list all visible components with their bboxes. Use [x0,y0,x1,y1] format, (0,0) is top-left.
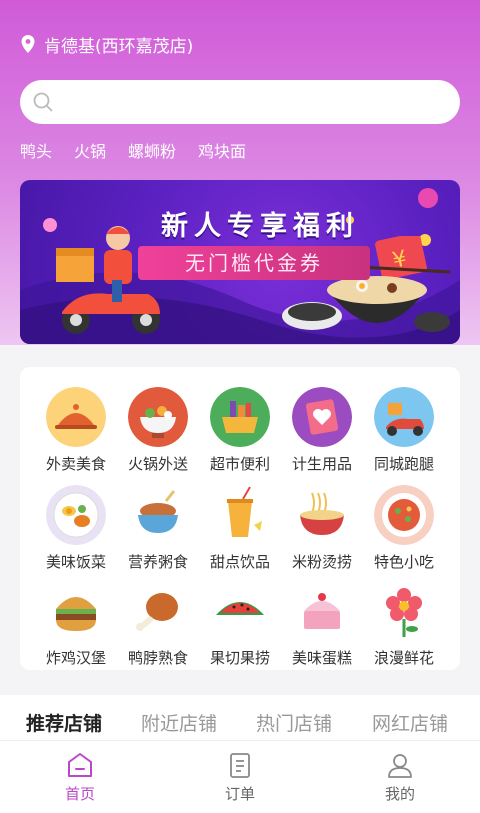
tab-popular-stores[interactable]: 热门店铺 [256,709,332,736]
category-item-hotpot[interactable]: 火锅外送 [114,387,202,474]
order-list-icon [230,753,250,778]
hot-tag[interactable]: 鸡块面 [198,138,246,162]
category-panel: 外卖美食 火锅外送 超市便利 计生用品 同城跑腿 美味饭菜 营养粥食 甜点饮品 … [20,367,460,670]
tabbar-item-profile[interactable]: 我的 [360,751,440,804]
watermelon-icon [210,581,270,641]
hot-tag[interactable]: 螺蛳粉 [128,138,176,162]
category-item-fried-chicken[interactable]: 炸鸡汉堡 [32,581,120,668]
tabbar-label: 订单 [224,785,255,803]
flower-icon [374,581,434,641]
category-label: 浪漫鲜花 [373,649,434,667]
tab-recommended-stores[interactable]: 推荐店铺 [26,709,102,736]
hot-search-tags: 鸭头 火锅 螺蛳粉 鸡块面 [20,138,246,162]
category-label: 美味蛋糕 [291,649,352,667]
burger-icon [46,581,106,641]
category-item-family-planning[interactable]: 计生用品 [278,387,366,474]
category-item-braised-duck[interactable]: 鸭脖熟食 [114,581,202,668]
meal-plate-icon [46,485,106,545]
cake-icon [292,581,352,641]
tabbar-label: 首页 [64,785,95,803]
category-label: 果切果捞 [209,649,270,667]
tabbar-item-home[interactable]: 首页 [40,751,120,804]
home-icon [68,753,92,777]
category-label: 计生用品 [291,455,352,473]
store-tabs: 推荐店铺 附近店铺 热门店铺 网红店铺 [0,695,480,743]
category-label: 甜点饮品 [209,553,270,571]
category-label: 外卖美食 [45,455,106,473]
category-label: 炸鸡汉堡 [45,649,106,667]
category-item-supermarket[interactable]: 超市便利 [196,387,284,474]
search-icon [33,92,53,112]
category-item-errand[interactable]: 同城跑腿 [360,387,448,474]
delivery-scooter-icon [374,387,434,447]
snack-plate-icon [374,485,434,545]
category-label: 营养粥食 [127,553,188,571]
tabbar-item-orders[interactable]: 订单 [200,751,280,804]
category-item-porridge[interactable]: 营养粥食 [114,485,202,572]
category-label: 超市便利 [209,455,270,473]
search-input[interactable] [62,93,460,111]
location-name: 肯德基(西环嘉茂店) [44,36,194,57]
category-item-fruit[interactable]: 果切果捞 [196,581,284,668]
hot-tag[interactable]: 鸭头 [20,138,52,162]
category-label: 特色小吃 [373,553,434,571]
tab-influencer-stores[interactable]: 网红店铺 [372,709,448,736]
food-cloche-icon [46,387,106,447]
category-item-meals[interactable]: 美味饭菜 [32,485,120,572]
hot-tag[interactable]: 火锅 [74,138,106,162]
category-label: 同城跑腿 [373,455,434,473]
drink-cup-icon [210,485,270,545]
porridge-bowl-icon [128,485,188,545]
banner-subtitle: 无门槛代金券 [138,246,370,280]
category-item-cake[interactable]: 美味蛋糕 [278,581,366,668]
category-label: 米粉烫捞 [291,553,352,571]
category-item-snacks[interactable]: 特色小吃 [360,485,448,572]
category-item-noodles[interactable]: 米粉烫捞 [278,485,366,572]
drumstick-icon [128,581,188,641]
tabbar-label: 我的 [384,785,415,803]
promo-banner[interactable]: ¥ 新人专享福利 无门槛代金券 [20,180,460,344]
hotpot-icon [128,387,188,447]
location-selector[interactable]: 肯德基(西环嘉茂店) [20,30,193,58]
category-label: 鸭脖熟食 [127,649,188,667]
location-pin-icon [21,35,35,53]
heart-card-icon [292,387,352,447]
category-item-flowers[interactable]: 浪漫鲜花 [360,581,448,668]
tab-nearby-stores[interactable]: 附近店铺 [141,709,217,736]
noodle-bowl-icon [292,485,352,545]
bottom-tabbar: 首页 订单 我的 [0,740,480,813]
category-label: 美味饭菜 [45,553,106,571]
category-label: 火锅外送 [127,455,188,473]
grocery-basket-icon [210,387,270,447]
category-item-takeout-food[interactable]: 外卖美食 [32,387,120,474]
user-icon [388,754,412,778]
banner-title: 新人专享福利 [161,211,359,242]
search-bar[interactable] [20,80,460,124]
category-item-desserts-drinks[interactable]: 甜点饮品 [196,485,284,572]
